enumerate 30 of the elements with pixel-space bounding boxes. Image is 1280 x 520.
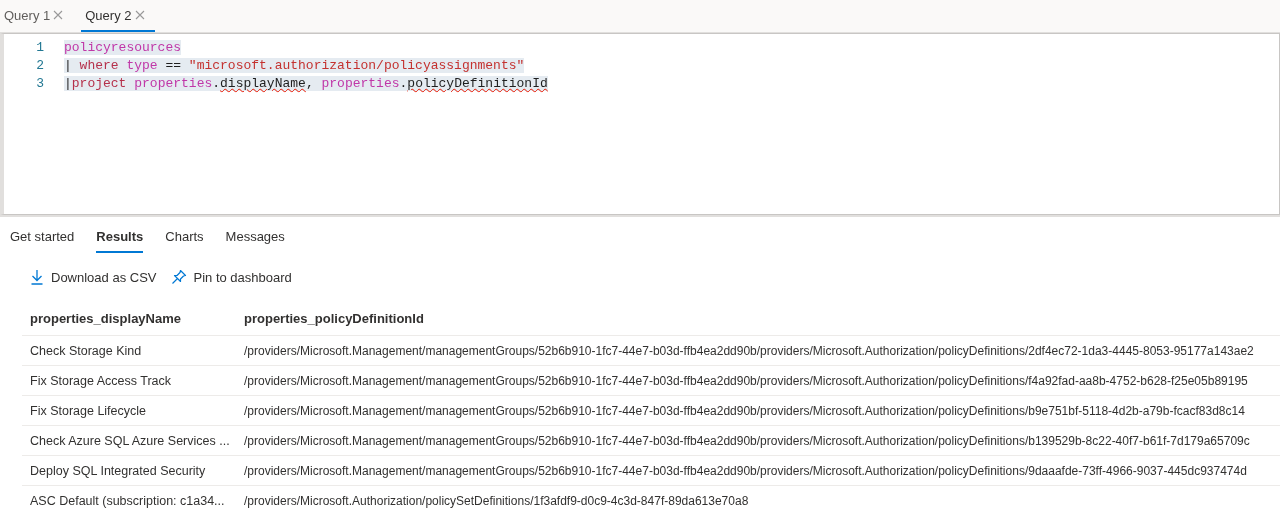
- results-tab[interactable]: Get started: [10, 229, 75, 253]
- table-cell-text: Fix Storage Access Track: [29, 373, 173, 388]
- table-cell-text: Check Azure SQL Azure Services ...: [29, 433, 231, 448]
- results-tab[interactable]: Results: [96, 229, 144, 253]
- results-tab[interactable]: Messages: [225, 229, 285, 253]
- download-icon: [30, 269, 44, 285]
- table-cell-text: Check Storage Kind: [29, 343, 143, 358]
- column-header[interactable]: properties_policyDefinitionId: [244, 310, 424, 326]
- table-cell: /providers/Microsoft.Management/managementGroups/52b6b910-1fc7-44e7-b03d-ffb4ea2dd90b/providers/Microsoft.Authorization/policyDefinitions/f4a92fad-aa8b-4752-b628-f25e05b89195: [244, 373, 1248, 388]
- query-tab[interactable]: Query 2: [81, 0, 155, 32]
- table-cell: /providers/Microsoft.Management/managementGroups/52b6b910-1fc7-44e7-b03d-ffb4ea2dd90b/providers/Microsoft.Authorization/policyDefinitions/b9e751bf-5118-4d2b-a79b-fcacf83d8c14: [244, 403, 1245, 418]
- line-number: 3: [35, 75, 45, 91]
- table-cell: /providers/Microsoft.Management/managementGroups/52b6b910-1fc7-44e7-b03d-ffb4ea2dd90b/providers/Microsoft.Authorization/policyDefinitions/b139529b-8c22-40f7-b61f-7d179a65709c: [244, 433, 1250, 448]
- query-tab[interactable]: Query 1: [0, 0, 74, 32]
- pin-icon: [170, 269, 187, 285]
- close-icon[interactable]: [134, 10, 145, 20]
- table-cell-text: Deploy SQL Integrated Security: [29, 463, 207, 478]
- table-cell: /providers/Microsoft.Management/managementGroups/52b6b910-1fc7-44e7-b03d-ffb4ea2dd90b/providers/Microsoft.Authorization/policyDefinitions/9daaafde-73ff-4966-9037-445dc937474d: [244, 463, 1247, 478]
- download-button[interactable]: Download as CSV: [28, 265, 159, 289]
- table-cell-text: Fix Storage Lifecycle: [29, 403, 148, 418]
- column-header[interactable]: properties_displayName: [22, 310, 244, 326]
- table-cell-text: ASC Default (subscription: c1a34...: [29, 493, 226, 508]
- results-tab[interactable]: Charts: [165, 229, 204, 253]
- line-number: 1: [35, 39, 45, 55]
- table-cell: /providers/Microsoft.Management/managementGroups/52b6b910-1fc7-44e7-b03d-ffb4ea2dd90b/providers/Microsoft.Authorization/policyDefinitions/2df4ec72-1da3-4445-8053-95177a143ae2: [244, 343, 1254, 358]
- pin-button[interactable]: Pin to dashboard: [168, 265, 294, 289]
- line-number: 2: [35, 57, 45, 73]
- code-editor[interactable]: 1 policyresources 2 | where type == "microsoft.authorization/policyassignments" 3 |project properties.displayName, properties.policyDefinitionId: [0, 33, 1280, 215]
- close-icon[interactable]: [53, 10, 64, 20]
- table-cell: /providers/Microsoft.Authorization/policySetDefinitions/1f3afdf9-d0c9-4c3d-847f-89da613e70a8: [244, 493, 749, 508]
